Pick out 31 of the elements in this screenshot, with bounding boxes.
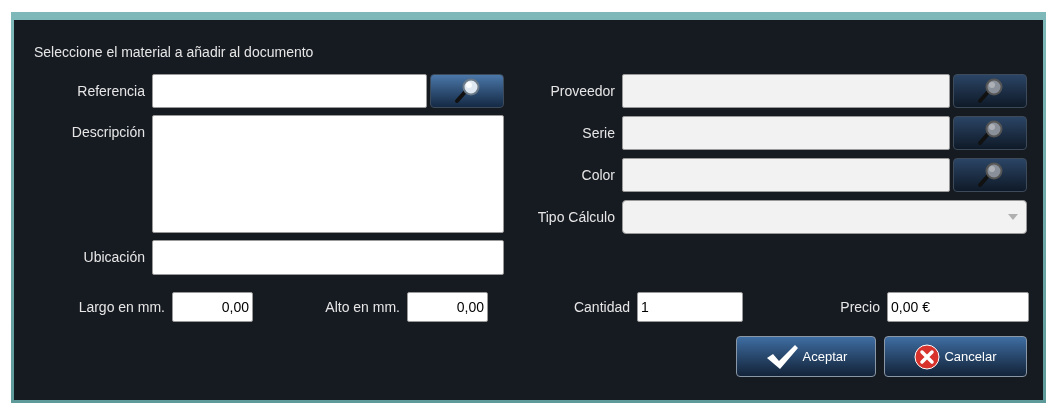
dialog-title: Seleccione el material a añadir al documento [34, 43, 315, 62]
search-button[interactable] [430, 74, 504, 108]
input-field[interactable]: 1 [637, 292, 743, 322]
field-label: Ubicación [82, 248, 145, 267]
text-area[interactable] [152, 115, 504, 233]
field-label: Referencia [76, 82, 145, 101]
field-label: Alto en mm. [324, 298, 400, 317]
input-field[interactable] [152, 74, 427, 108]
search-icon [975, 78, 1005, 104]
input-field[interactable]: 0,00 [407, 292, 488, 322]
search-button[interactable] [953, 116, 1027, 150]
input-field[interactable]: 0,00 [172, 292, 253, 322]
input-field[interactable]: 0,00 € [887, 292, 1029, 322]
accept-button[interactable]: Aceptar [736, 336, 876, 377]
dropdown-arrow-icon [1008, 214, 1018, 220]
search-icon [975, 120, 1005, 146]
input-field[interactable] [152, 240, 504, 275]
field-label: Serie [581, 124, 615, 143]
field-label: Cantidad [572, 298, 630, 317]
field-label: Precio [839, 298, 880, 317]
field-label: Largo en mm. [77, 298, 165, 317]
search-button[interactable] [953, 74, 1027, 108]
cancel-button[interactable]: Cancelar [884, 336, 1027, 377]
field-label: Descripción [70, 123, 145, 142]
field-label: Tipo Cálculo [536, 208, 615, 227]
field-label: Proveedor [549, 82, 615, 101]
search-icon [452, 78, 482, 104]
close-icon [914, 343, 941, 370]
field-label: Color [580, 166, 615, 185]
search-button[interactable] [953, 158, 1027, 192]
search-icon [975, 162, 1005, 188]
